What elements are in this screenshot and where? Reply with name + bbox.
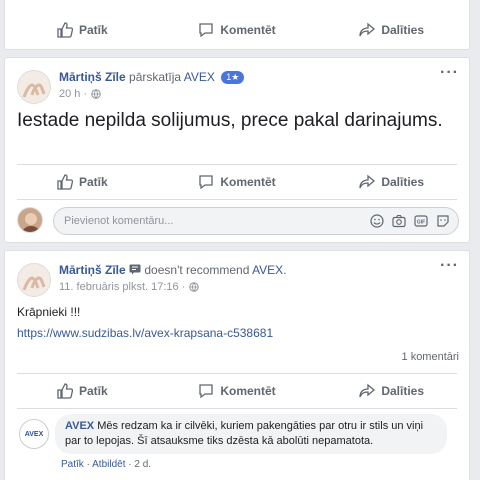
author-name[interactable]: Mārtiņš Zīle [59,263,126,277]
emoji-icon[interactable] [370,214,384,228]
like-button[interactable]: Patīk [5,383,160,399]
like-label: Patīk [78,23,108,37]
comment-button[interactable]: Komentēt [160,174,315,190]
post-card-recommendation: Mārtiņš Zīle doesn't recommend AVEX. 11.… [4,250,470,480]
divider [17,199,457,200]
globe-icon [91,89,101,99]
author-name[interactable]: Mārtiņš Zīle [59,70,126,84]
logo-text: AVEX [24,430,44,438]
post-card-review: Mārtiņš Zīle pārskatīja AVEX 1★ 20 h · ·… [4,57,470,243]
comment-icon [199,175,213,190]
reply-bubble: AVEX Mēs redzam ka ir cilvēki, kuriem pa… [55,414,447,454]
comment-input[interactable]: Pievienot komentāru... GIF [53,207,459,235]
comment-button[interactable]: Komentēt [160,22,315,38]
action-bar: Patīk Komentēt Dalīties [5,165,469,199]
comment-tools: GIF [370,214,450,228]
post-time[interactable]: 11. februāris plkst. 17:16 · [59,281,185,293]
post-meta: 20 h · [59,88,101,100]
share-icon [359,22,376,37]
post-text: Iestade nepilda solijumus, prece pakal d… [17,110,443,131]
comment-label: Komentēt [220,384,276,398]
share-button[interactable]: Dalīties [314,174,469,190]
comment-count[interactable]: 1 komentāri [402,351,459,363]
reply-like-link[interactable]: Patīk [61,459,84,470]
comment-placeholder: Pievienot komentāru... [64,215,174,227]
reply-text: Mēs redzam ka ir cilvēki, kuriem pakengā… [65,420,424,447]
review-icon [129,264,141,275]
like-button[interactable]: Patīk [5,22,160,38]
share-button[interactable]: Dalīties [314,383,469,399]
post-card-previous: Patīk Komentēt Dalīties [4,0,470,50]
reply-age[interactable]: 2 d. [134,459,151,470]
reply-actions: Patīk · Atbildēt · 2 d. [61,459,152,470]
action-verb: pārskatīja [129,70,182,84]
more-options-icon[interactable]: ··· [440,257,459,275]
post-link[interactable]: https://www.sudzibas.lv/avex-krapsana-c5… [17,326,273,340]
gif-icon[interactable]: GIF [414,214,428,228]
rating-badge: 1★ [221,71,245,84]
post-header: Mārtiņš Zīle pārskatīja AVEX 1★ [59,70,245,84]
action-verb: doesn't recommend [144,263,250,277]
avatar[interactable] [17,263,51,297]
like-button[interactable]: Patīk [5,174,160,190]
svg-text:GIF: GIF [417,220,425,226]
comment-label: Komentēt [220,23,276,37]
share-icon [359,383,376,398]
page-link[interactable]: AVEX. [252,263,286,277]
comment-button[interactable]: Komentēt [160,383,315,399]
thumbs-up-icon [57,383,73,399]
sticker-icon[interactable] [436,214,450,228]
action-bar: Patīk Komentēt Dalīties [5,374,469,408]
more-options-icon[interactable]: ··· [440,64,459,82]
like-label: Patīk [78,384,108,398]
share-label: Dalīties [381,175,425,189]
post-header: Mārtiņš Zīle doesn't recommend AVEX. [59,263,287,277]
thumbs-up-icon [57,22,73,38]
comment-icon [199,384,213,399]
divider [17,408,457,409]
reply-author[interactable]: AVEX [65,420,94,432]
action-bar: Patīk Komentēt Dalīties [5,13,469,47]
post-text: Krāpnieki !!! [17,305,81,319]
globe-icon [189,282,200,292]
avatar[interactable] [17,70,51,104]
share-icon [359,174,376,189]
page-logo[interactable]: AVEX [19,419,49,449]
avatar-image [18,71,50,103]
share-label: Dalīties [381,384,425,398]
post-meta: 11. februāris plkst. 17:16 · [59,281,200,293]
reply-answer-link[interactable]: Atbildēt [92,459,125,470]
share-label: Dalīties [381,23,425,37]
like-label: Patīk [78,175,108,189]
post-time[interactable]: 20 h · [59,88,87,100]
page-link[interactable]: AVEX [184,70,215,84]
current-user-avatar[interactable] [17,207,43,233]
thumbs-up-icon [57,174,73,190]
camera-icon[interactable] [392,214,406,228]
user-avatar-image [18,208,42,232]
comment-label: Komentēt [220,175,276,189]
share-button[interactable]: Dalīties [314,22,469,38]
comment-icon [199,23,213,38]
avatar-image [18,264,50,296]
